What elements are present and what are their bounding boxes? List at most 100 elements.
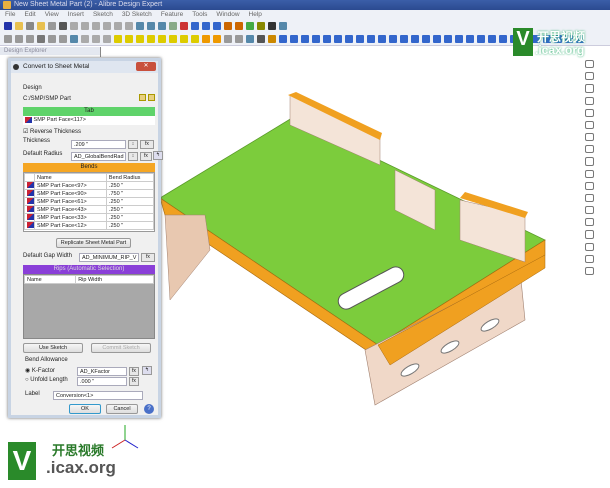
bend-radius: .250 " xyxy=(105,205,154,214)
sketch-tool-icon[interactable] xyxy=(584,266,594,276)
face-icon-cell xyxy=(24,213,35,222)
sketch-tool-icon[interactable] xyxy=(584,206,594,215)
sketch-tool-icon[interactable] xyxy=(584,96,594,105)
cancel-button[interactable]: Cancel xyxy=(106,404,138,414)
bend-name: SMP Part Face<12> xyxy=(34,221,107,230)
face-icon xyxy=(25,116,32,123)
watermark-site: .icax.org xyxy=(46,458,116,477)
ok-button[interactable]: OK xyxy=(69,404,101,414)
face-icon-cell xyxy=(24,205,35,214)
kfactor-radio[interactable]: ◉ K-Factor xyxy=(25,367,55,374)
radius-fx-button[interactable]: fx xyxy=(140,152,152,161)
reverse-thickness-label: Reverse Thickness xyxy=(30,129,81,135)
watermark-site: .icax.org xyxy=(535,43,585,57)
unfold-length-label: Unfold Length xyxy=(30,377,68,383)
unfold-length-radio[interactable]: ○ Unfold Length xyxy=(25,377,68,383)
bend-allowance-label: Bend Allowance xyxy=(25,357,68,363)
gap-width-input[interactable]: AD_MINIMUM_RIP_V xyxy=(79,253,139,262)
bend-row[interactable]: SMP Part Face<12> .250 " xyxy=(24,221,154,230)
thickness-input[interactable]: .209 " xyxy=(71,140,126,149)
folder-icon[interactable] xyxy=(139,94,146,101)
gap-fx-button[interactable]: fx xyxy=(141,253,155,262)
replicate-sheet-metal-part-button[interactable]: Replicate Sheet Metal Part xyxy=(56,238,131,248)
face-icon xyxy=(27,190,34,197)
help-button[interactable]: ? xyxy=(144,404,154,414)
design-label: Design xyxy=(23,85,42,91)
default-radius-input[interactable]: AD_GlobalBendRad xyxy=(71,152,126,161)
bend-row[interactable]: SMP Part Face<61> .250 " xyxy=(24,197,154,206)
col-rip-width: Rip Width xyxy=(75,275,154,284)
sketch-tool-icon[interactable] xyxy=(584,108,594,117)
thickness-spinner[interactable]: ↕ xyxy=(128,140,138,149)
convert-to-sheet-metal-dialog: Convert to Sheet Metal ✕ Design C:/SMP/SM… xyxy=(8,58,163,418)
sketch-tool-icon[interactable] xyxy=(584,84,594,93)
col-name: Name xyxy=(23,275,77,284)
bends-table: Name Bend Radius SMP Part Face<97> .250 " SM… xyxy=(23,172,155,232)
unfold-fx-button[interactable]: fx xyxy=(129,377,139,386)
watermark-logo: V xyxy=(513,28,533,56)
sketch-tool-icon[interactable] xyxy=(584,193,594,203)
sketch-tool-icon[interactable] xyxy=(584,157,594,166)
bend-name: SMP Part Face<61> xyxy=(34,197,107,206)
label-input[interactable]: Conversion<1> xyxy=(53,391,143,400)
watermark-logo: V xyxy=(8,442,36,480)
kfactor-label: K-Factor xyxy=(31,368,55,374)
sketch-tool-icon[interactable] xyxy=(584,133,594,142)
sketch-tool-icon[interactable] xyxy=(584,72,594,81)
tab-face-label: SMP Part Face<117> xyxy=(33,117,86,123)
sketch-tool-icon[interactable] xyxy=(584,254,594,263)
kfactor-fx-button[interactable]: fx xyxy=(129,367,139,376)
dialog-title-bar: Convert to Sheet Metal ✕ xyxy=(11,61,158,73)
sketch-tool-icon[interactable] xyxy=(584,169,594,178)
sketch-tool-icon[interactable] xyxy=(584,145,594,154)
sketch-toolbar xyxy=(578,60,600,276)
bend-radius: .250 " xyxy=(105,221,154,230)
bend-radius: .250 " xyxy=(105,181,154,190)
folder-icon[interactable] xyxy=(148,94,155,101)
unfold-length-input[interactable]: .000 " xyxy=(77,377,127,386)
watermark-bottom: V 开思视频 .icax.org xyxy=(8,440,128,484)
face-icon-cell xyxy=(24,181,35,190)
radius-spinner[interactable]: ↕ xyxy=(128,152,138,161)
thickness-fx-button[interactable]: fx xyxy=(140,140,154,149)
bend-radius: .750 " xyxy=(105,189,154,198)
reset-icon[interactable]: ↰ xyxy=(153,151,163,160)
design-path: C:/SMP/SMP Part xyxy=(23,96,71,102)
commit-sketch-button[interactable]: Commit Sketch xyxy=(91,343,151,353)
bend-name: SMP Part Face<97> xyxy=(34,181,107,190)
use-sketch-button[interactable]: Use Sketch xyxy=(23,343,83,353)
face-icon xyxy=(27,198,34,205)
face-icon xyxy=(27,222,34,229)
close-button[interactable]: ✕ xyxy=(136,62,156,71)
sketch-tool-icon[interactable] xyxy=(584,242,594,251)
watermark-top: V 开思视频 .icax.org xyxy=(513,28,601,62)
face-icon xyxy=(27,214,34,221)
sketch-tool-icon[interactable] xyxy=(584,218,594,227)
col-name: Name xyxy=(34,173,107,182)
col-icon xyxy=(24,173,35,182)
bend-row[interactable]: SMP Part Face<43> .250 " xyxy=(24,205,154,214)
dialog-icon xyxy=(13,64,19,70)
bends-header: Bends xyxy=(23,163,155,172)
bend-row[interactable]: SMP Part Face<33> .250 " xyxy=(24,213,154,222)
default-radius-label: Default Radius xyxy=(23,151,63,157)
rips-header: Rips (Automatic Selection) xyxy=(23,265,155,274)
bend-row[interactable]: SMP Part Face<97> .250 " xyxy=(24,181,154,190)
bend-row[interactable]: SMP Part Face<90> .750 " xyxy=(24,189,154,198)
bend-name: SMP Part Face<90> xyxy=(34,189,107,198)
sketch-tool-icon[interactable] xyxy=(584,120,594,130)
tab-header: Tab xyxy=(23,107,155,116)
bend-radius: .250 " xyxy=(105,197,154,206)
kfactor-input[interactable]: AD_KFactor xyxy=(77,367,127,376)
face-icon-cell xyxy=(24,197,35,206)
reset-icon[interactable]: ↰ xyxy=(142,366,152,375)
gap-width-label: Default Gap Width xyxy=(23,253,73,259)
sketch-tool-icon[interactable] xyxy=(584,181,594,190)
bend-name: SMP Part Face<43> xyxy=(34,205,107,214)
rips-table: Name Rip Width xyxy=(23,274,155,339)
tab-face-item[interactable]: SMP Part Face<117> xyxy=(23,116,155,125)
sketch-tool-icon[interactable] xyxy=(584,230,594,239)
bend-name: SMP Part Face<33> xyxy=(34,213,107,222)
face-icon xyxy=(27,182,34,189)
reverse-thickness-checkbox[interactable]: ☑ Reverse Thickness xyxy=(23,128,81,135)
